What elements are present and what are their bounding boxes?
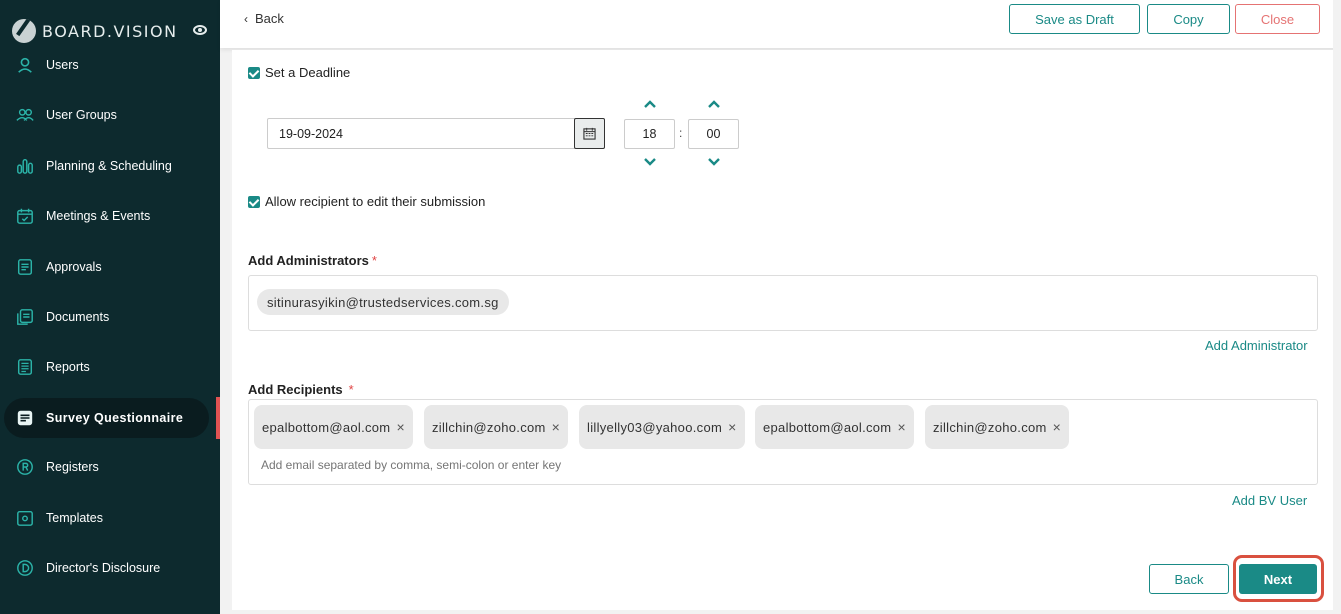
recipient-email: epalbottom@aol.com [262, 419, 391, 435]
top-header: ‹ Back Save as Draft Copy Close [220, 0, 1341, 48]
remove-icon[interactable]: × [728, 419, 736, 435]
recipients-field[interactable]: epalbottom@aol.com × zillchin@zoho.com × l… [248, 399, 1318, 485]
recipient-email: epalbottom@aol.com [763, 419, 892, 435]
survey-settings-panel: Set a Deadline 19-09-2024 18 : 00 Allow … [232, 50, 1333, 610]
recipient-email: lillyelly03@yahoo.com [587, 419, 723, 435]
remove-icon[interactable]: × [396, 419, 404, 435]
close-button[interactable]: Close [1235, 4, 1320, 34]
sidebar-item-label: Documents [46, 310, 110, 324]
sidebar-item-meetings[interactable]: Meetings & Events [0, 196, 220, 236]
next-button[interactable]: Next [1239, 564, 1317, 594]
disclosure-icon [15, 558, 35, 578]
copy-button[interactable]: Copy [1147, 4, 1230, 34]
hour-decrement-icon[interactable] [643, 157, 657, 167]
sidebar-item-user-groups[interactable]: User Groups [0, 95, 220, 135]
deadline-date-input[interactable]: 19-09-2024 [267, 118, 605, 149]
minute-increment-icon[interactable] [707, 99, 721, 109]
sidebar-item-label: Templates [46, 511, 103, 525]
required-mark: * [371, 253, 377, 268]
sidebar-item-label: Approvals [46, 260, 102, 274]
administrators-heading: Add Administrators * [248, 253, 377, 268]
minute-input[interactable]: 00 [688, 119, 739, 149]
allow-edit-checkbox-row[interactable]: Allow recipient to edit their submission [248, 194, 485, 209]
remove-icon[interactable]: × [1053, 419, 1061, 435]
deadline-date-value: 19-09-2024 [279, 127, 343, 141]
chevron-left-icon: ‹ [244, 11, 248, 26]
recipient-chip[interactable]: epalbottom@aol.com × [755, 405, 914, 449]
bar-chart-icon [15, 156, 35, 176]
sidebar-item-label: Planning & Scheduling [46, 159, 172, 173]
sidebar-item-label: Survey Questionnaire [46, 411, 184, 425]
deadline-checkbox-row[interactable]: Set a Deadline [248, 65, 350, 80]
deadline-label: Set a Deadline [265, 65, 351, 80]
sidebar-item-users[interactable]: Users [0, 45, 220, 85]
active-indicator [216, 397, 220, 439]
recipients-heading: Add Recipients * [248, 382, 354, 397]
sidebar-item-label: Reports [46, 360, 90, 374]
allow-edit-label: Allow recipient to edit their submission [265, 194, 486, 209]
recipient-chip[interactable]: lillyelly03@yahoo.com × [579, 405, 745, 449]
logo-icon [12, 19, 36, 43]
recipient-chip[interactable]: epalbottom@aol.com × [254, 405, 413, 449]
sidebar-item-label: Users [46, 58, 79, 72]
registered-icon [15, 457, 35, 477]
recipient-chip[interactable]: zillchin@zoho.com × [424, 405, 569, 449]
save-as-draft-button[interactable]: Save as Draft [1009, 4, 1140, 34]
sidebar-item-survey[interactable]: Survey Questionnaire [4, 398, 209, 438]
sidebar-item-registers[interactable]: Registers [0, 447, 220, 487]
logo-text: BOARD.VISION [42, 21, 178, 41]
hour-input[interactable]: 18 [624, 119, 675, 149]
users-icon [15, 105, 35, 125]
sidebar-item-label: Registers [46, 460, 99, 474]
administrators-heading-text: Add Administrators [248, 253, 369, 268]
recipient-email: zillchin@zoho.com [432, 419, 546, 435]
sidebar-item-label: Director's Disclosure [46, 561, 161, 575]
time-separator: : [679, 126, 683, 140]
sidebar-item-documents[interactable]: Documents [0, 297, 220, 337]
sidebar-item-approvals[interactable]: Approvals [0, 247, 220, 287]
recipient-chip[interactable]: zillchin@zoho.com × [925, 405, 1070, 449]
report-icon [15, 357, 35, 377]
documents-icon [15, 307, 35, 327]
back-link[interactable]: ‹ Back [244, 11, 284, 26]
deadline-checkbox[interactable] [248, 66, 260, 79]
eye-toggle-icon[interactable] [193, 25, 207, 35]
survey-icon [15, 408, 35, 428]
sidebar-item-planning[interactable]: Planning & Scheduling [0, 146, 220, 186]
logo[interactable]: BOARD.VISION [12, 17, 178, 45]
back-link-label: Back [255, 11, 284, 26]
sidebar: BOARD.VISION Users User Groups Planning … [0, 0, 220, 614]
administrator-chip[interactable]: sitinurasyikin@trustedservices.com.sg [257, 289, 509, 315]
remove-icon[interactable]: × [897, 419, 905, 435]
user-icon [15, 55, 35, 75]
remove-icon[interactable]: × [552, 419, 560, 435]
sidebar-item-reports[interactable]: Reports [0, 347, 220, 387]
approval-doc-icon [15, 257, 35, 277]
recipients-heading-text: Add Recipients [248, 382, 343, 397]
required-mark: * [348, 382, 354, 397]
administrators-field[interactable]: sitinurasyikin@trustedservices.com.sg [248, 275, 1318, 331]
sidebar-item-label: User Groups [46, 108, 117, 122]
back-button[interactable]: Back [1149, 564, 1229, 594]
calendar-icon [15, 206, 35, 226]
recipient-email: zillchin@zoho.com [933, 419, 1047, 435]
sidebar-item-disclosure[interactable]: Director's Disclosure [0, 548, 220, 588]
scrollbar-track[interactable] [1333, 0, 1341, 614]
recipients-input[interactable] [261, 458, 861, 472]
calendar-picker-button[interactable] [574, 118, 605, 149]
add-administrator-link[interactable]: Add Administrator [1205, 338, 1308, 353]
calendar-icon [583, 127, 596, 140]
sidebar-item-label: Meetings & Events [46, 209, 151, 223]
allow-edit-checkbox[interactable] [248, 195, 260, 208]
add-bv-user-link[interactable]: Add BV User [1232, 493, 1307, 508]
hour-increment-icon[interactable] [643, 99, 657, 109]
sidebar-item-templates[interactable]: Templates [0, 498, 220, 538]
template-icon [15, 508, 35, 528]
minute-decrement-icon[interactable] [707, 157, 721, 167]
